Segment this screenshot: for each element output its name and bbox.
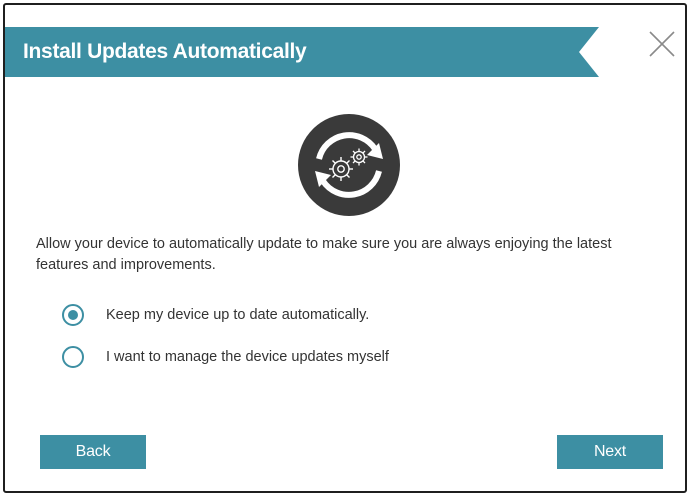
description-text: Allow your device to automatically updat… [36, 236, 612, 273]
dialog-title: Install Updates Automatically [23, 40, 307, 63]
option-manual-update[interactable]: I want to manage the device updates myse… [62, 343, 389, 371]
title-banner: Install Updates Automatically [5, 27, 599, 77]
radio-manual-update[interactable] [62, 346, 84, 368]
close-button[interactable] [647, 29, 677, 59]
radio-auto-update[interactable] [62, 304, 84, 326]
option-auto-update-label: Keep my device up to date automatically. [106, 307, 370, 323]
auto-update-gears-icon [297, 113, 401, 217]
back-button[interactable]: Back [40, 435, 146, 469]
option-manual-update-label: I want to manage the device updates myse… [106, 349, 389, 365]
close-icon [649, 31, 675, 57]
install-updates-dialog: Install Updates Automatically Allow your… [3, 3, 687, 493]
option-auto-update[interactable]: Keep my device up to date automatically. [62, 301, 369, 329]
next-button[interactable]: Next [557, 435, 663, 469]
